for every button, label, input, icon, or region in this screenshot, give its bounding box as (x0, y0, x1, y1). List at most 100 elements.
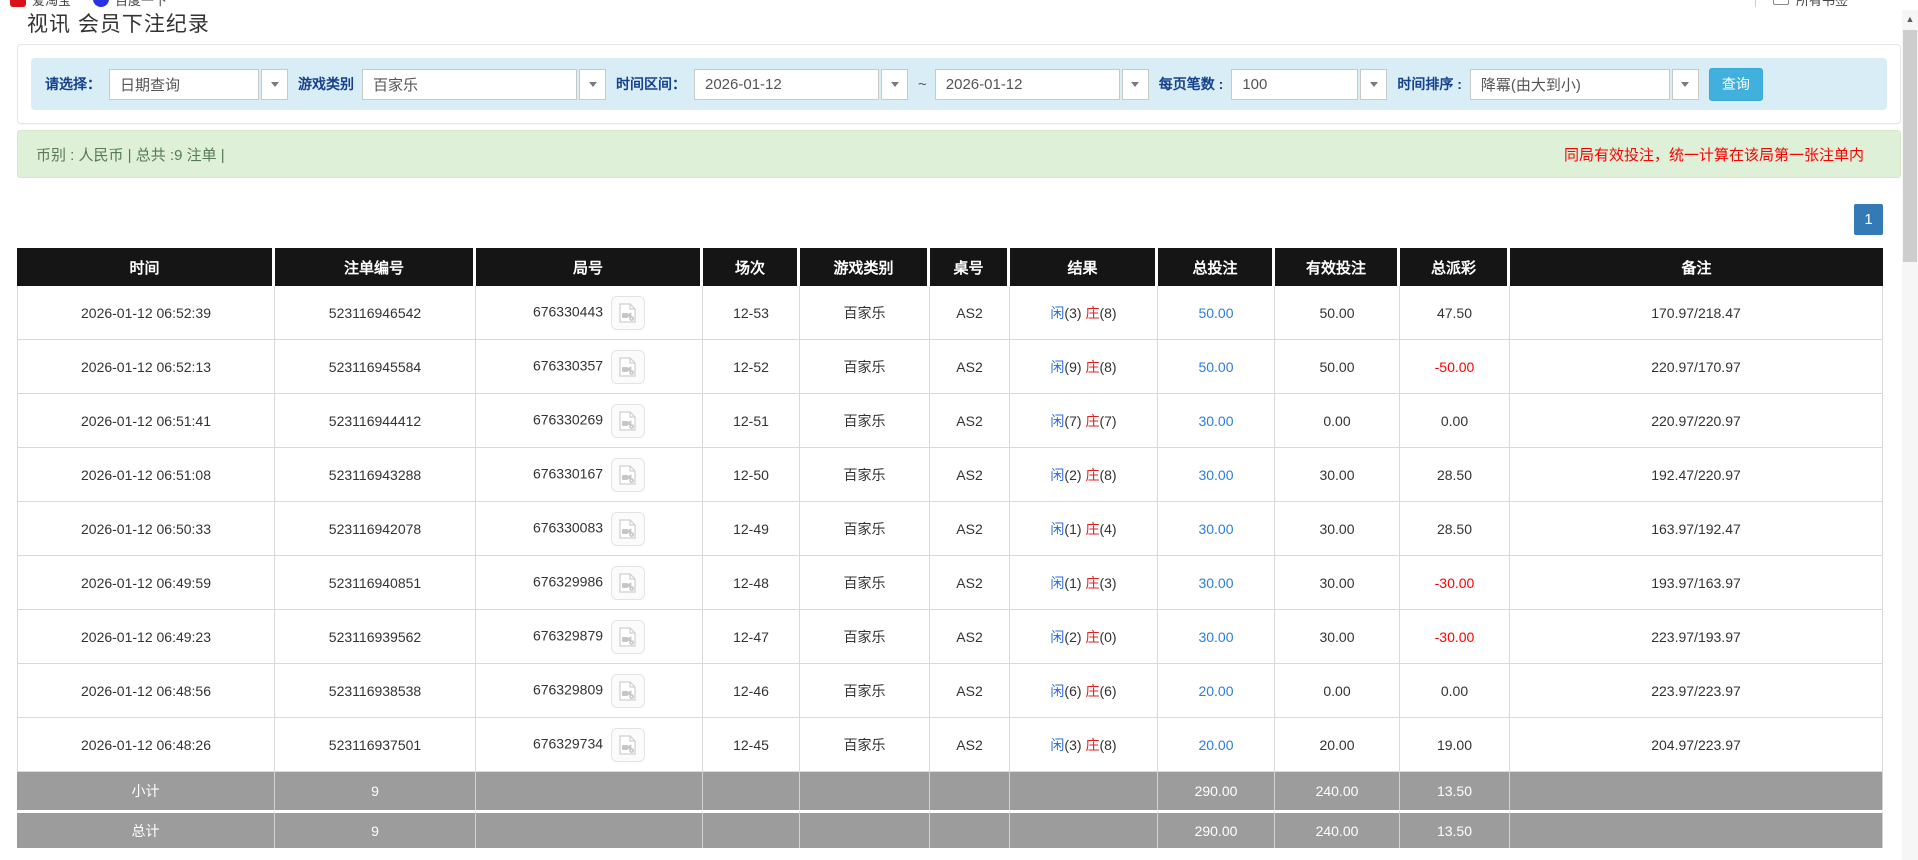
filter-bar: 请选择： 日期查询 游戏类别 百家乐 时间区间： 2026-01-12 ~ 20… (31, 58, 1887, 110)
chevron-down-icon[interactable] (881, 68, 908, 100)
cell-total-bet: 50.00 (1158, 286, 1275, 340)
video-replay-button[interactable] (611, 565, 646, 600)
table-row: 2026-01-12 06:51:41 523116944412 6763302… (17, 394, 1883, 448)
total-count: 9 (275, 810, 476, 848)
cell-session: 12-46 (703, 664, 800, 718)
video-replay-button[interactable] (611, 673, 646, 708)
cell-total-bet: 30.00 (1158, 610, 1275, 664)
search-button[interactable]: 查询 (1708, 67, 1763, 101)
cell-result: 闲(7) 庄(7) (1010, 394, 1158, 448)
date-from-picker[interactable]: 2026-01-12 (694, 68, 908, 100)
cell-time: 2026-01-12 06:52:39 (17, 286, 275, 340)
cell-round-number: 676330167 (476, 448, 703, 502)
valid-bet-notice-text: 同局有效投注，统一计算在该局第一张注单内 (1563, 146, 1864, 164)
cell-payout: 47.50 (1400, 286, 1510, 340)
bookmark-label: 百度一下 (115, 0, 168, 8)
column-header: 游戏类别 (800, 248, 930, 286)
cell-table-number: AS2 (930, 286, 1010, 340)
game-type-dropdown[interactable]: 百家乐 (362, 68, 606, 100)
table-row: 2026-01-12 06:52:13 523116945584 6763303… (17, 340, 1883, 394)
total-bet-link[interactable]: 20.00 (1198, 683, 1233, 699)
total-bet-link[interactable]: 50.00 (1198, 359, 1233, 375)
range-separator: ~ (918, 75, 927, 93)
chevron-down-icon[interactable] (579, 68, 606, 100)
page-size-dropdown[interactable]: 100 (1231, 68, 1388, 100)
cell-time: 2026-01-12 06:49:23 (17, 610, 275, 664)
video-replay-button[interactable] (611, 349, 646, 384)
video-replay-button[interactable] (611, 727, 646, 762)
video-replay-button[interactable] (611, 457, 646, 492)
total-bet-link[interactable]: 30.00 (1198, 521, 1233, 537)
cell-table-number: AS2 (930, 556, 1010, 610)
bookmark-item-taobao[interactable]: 爱淘宝 (10, 0, 71, 9)
cell-round-number: 676329734 (476, 718, 703, 772)
chevron-down-icon[interactable] (261, 68, 288, 100)
chevron-down-icon[interactable] (1121, 68, 1149, 100)
cell-note: 220.97/170.97 (1510, 340, 1883, 394)
cell-total-bet: 30.00 (1158, 448, 1275, 502)
scrollbar-thumb[interactable] (1903, 30, 1917, 262)
video-replay-button[interactable] (611, 295, 646, 330)
cell-session: 12-50 (703, 448, 800, 502)
cell-total-bet: 30.00 (1158, 394, 1275, 448)
page-title: 视讯 会员下注纪录 (27, 13, 210, 36)
result-player: 闲 (1050, 466, 1065, 483)
page-button-1[interactable]: 1 (1854, 204, 1883, 235)
result-player: 闲 (1050, 736, 1065, 753)
cell-result: 闲(1) 庄(4) (1010, 502, 1158, 556)
result-banker: 庄 (1085, 358, 1100, 375)
column-header: 局号 (476, 248, 703, 286)
cell-payout: -30.00 (1400, 556, 1510, 610)
cell-payout: 28.50 (1400, 448, 1510, 502)
result-banker: 庄 (1085, 520, 1100, 537)
result-player: 闲 (1050, 682, 1065, 699)
scroll-up-arrow-icon[interactable]: ▲ (1902, 10, 1918, 28)
cell-bet-number: 523116942078 (275, 502, 476, 556)
all-bookmarks-button[interactable]: 所有书签 (1754, 0, 1848, 10)
table-row: 2026-01-12 06:51:08 523116943288 6763301… (17, 448, 1883, 502)
cell-valid-bet: 0.00 (1275, 664, 1400, 718)
query-type-dropdown[interactable]: 日期查询 (109, 68, 288, 100)
table-row: 2026-01-12 06:48:26 523116937501 6763297… (17, 718, 1883, 772)
cell-payout: 19.00 (1400, 718, 1510, 772)
currency-total-text: 币别 : 人民币 | 总共 :9 注单 | (36, 146, 225, 164)
total-label: 总计 (17, 810, 275, 848)
total-bet-link[interactable]: 30.00 (1198, 629, 1233, 645)
cell-payout: 0.00 (1400, 394, 1510, 448)
query-type-value: 日期查询 (109, 68, 259, 100)
column-header: 场次 (703, 248, 800, 286)
video-replay-button[interactable] (611, 619, 646, 654)
total-bet-link[interactable]: 20.00 (1198, 737, 1233, 753)
cell-result: 闲(6) 庄(6) (1010, 664, 1158, 718)
total-bet-link[interactable]: 30.00 (1198, 413, 1233, 429)
total-bet-link[interactable]: 50.00 (1198, 305, 1233, 321)
total-payout: 13.50 (1400, 810, 1510, 848)
cell-session: 12-45 (703, 718, 800, 772)
cell-total-bet: 20.00 (1158, 664, 1275, 718)
cell-table-number: AS2 (930, 664, 1010, 718)
vertical-scrollbar[interactable]: ▲ (1902, 10, 1918, 860)
column-header: 结果 (1010, 248, 1158, 286)
cell-time: 2026-01-12 06:50:33 (17, 502, 275, 556)
cell-round-number: 676330357 (476, 340, 703, 394)
total-bet-link[interactable]: 30.00 (1198, 467, 1233, 483)
cell-note: 204.97/223.97 (1510, 718, 1883, 772)
cell-total-bet: 50.00 (1158, 340, 1275, 394)
time-sort-dropdown[interactable]: 降冪(由大到小) (1469, 68, 1699, 100)
chevron-down-icon[interactable] (1360, 68, 1388, 100)
bookmark-item-baidu[interactable]: 百度一下 (93, 0, 167, 9)
result-banker: 庄 (1085, 574, 1100, 591)
game-type-label: 游戏类别 (298, 76, 354, 92)
total-bet-link[interactable]: 30.00 (1198, 575, 1233, 591)
all-bookmarks-label: 所有书签 (1795, 0, 1848, 8)
cell-time: 2026-01-12 06:51:08 (17, 448, 275, 502)
result-banker: 庄 (1085, 682, 1100, 699)
video-replay-button[interactable] (611, 511, 646, 546)
cell-game-type: 百家乐 (800, 286, 930, 340)
video-replay-button[interactable] (611, 403, 646, 438)
chevron-down-icon[interactable] (1671, 68, 1699, 100)
cell-time: 2026-01-12 06:48:26 (17, 718, 275, 772)
cell-valid-bet: 30.00 (1275, 502, 1400, 556)
table-row: 2026-01-12 06:48:56 523116938538 6763298… (17, 664, 1883, 718)
date-to-picker[interactable]: 2026-01-12 (934, 68, 1149, 100)
